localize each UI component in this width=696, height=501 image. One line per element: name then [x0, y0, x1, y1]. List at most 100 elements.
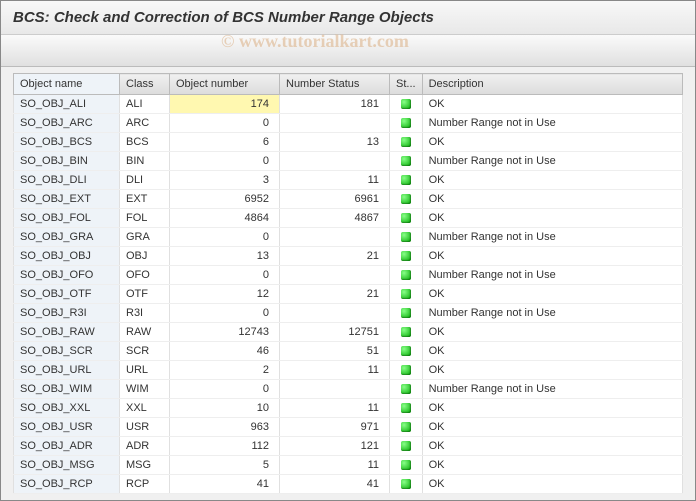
cell-class: BIN — [120, 152, 170, 171]
table-row[interactable]: SO_OBJ_FOLFOL48644867OK — [14, 209, 683, 228]
status-green-icon — [401, 194, 411, 204]
cell-desc: Number Range not in Use — [422, 380, 682, 399]
table-row[interactable]: SO_OBJ_XXLXXL1011OK — [14, 399, 683, 418]
table-row[interactable]: SO_OBJ_SCRSCR4651OK — [14, 342, 683, 361]
cell-class: GRA — [120, 228, 170, 247]
cell-objname: SO_OBJ_ARC — [14, 114, 120, 133]
cell-status — [390, 228, 423, 247]
cell-numstat: 11 — [280, 171, 390, 190]
cell-numstat: 11 — [280, 361, 390, 380]
cell-status — [390, 437, 423, 456]
table-row[interactable]: SO_OBJ_RAWRAW1274312751OK — [14, 323, 683, 342]
col-header-status[interactable]: St... — [390, 74, 423, 95]
cell-desc: OK — [422, 247, 682, 266]
cell-desc: OK — [422, 133, 682, 152]
cell-class: WIM — [120, 380, 170, 399]
table-row[interactable]: SO_OBJ_MSGMSG511OK — [14, 456, 683, 475]
cell-desc: OK — [422, 190, 682, 209]
cell-objname: SO_OBJ_OFO — [14, 266, 120, 285]
cell-objname: SO_OBJ_RCP — [14, 475, 120, 494]
cell-class: DLI — [120, 171, 170, 190]
cell-class: R3I — [120, 304, 170, 323]
cell-objname: SO_OBJ_URL — [14, 361, 120, 380]
cell-numstat: 971 — [280, 418, 390, 437]
cell-class: ADR — [120, 437, 170, 456]
table-row[interactable]: SO_OBJ_R3IR3I0Number Range not in Use — [14, 304, 683, 323]
table-row[interactable]: SO_OBJ_BCSBCS613OK — [14, 133, 683, 152]
cell-objnum: 3 — [170, 171, 280, 190]
table-row[interactable]: SO_OBJ_DLIDLI311OK — [14, 171, 683, 190]
status-green-icon — [401, 403, 411, 413]
cell-objnum: 13 — [170, 247, 280, 266]
cell-objnum: 0 — [170, 266, 280, 285]
cell-objname: SO_OBJ_DLI — [14, 171, 120, 190]
col-header-class[interactable]: Class — [120, 74, 170, 95]
table-row[interactable]: SO_OBJ_BINBIN0Number Range not in Use — [14, 152, 683, 171]
cell-objnum: 0 — [170, 114, 280, 133]
status-green-icon — [401, 213, 411, 223]
table-row[interactable]: SO_OBJ_ADRADR112121OK — [14, 437, 683, 456]
cell-status — [390, 95, 423, 114]
status-green-icon — [401, 175, 411, 185]
cell-objnum: 174 — [170, 95, 280, 114]
cell-class: RAW — [120, 323, 170, 342]
cell-numstat — [280, 114, 390, 133]
cell-objname: SO_OBJ_SCR — [14, 342, 120, 361]
cell-objname: SO_OBJ_EXT — [14, 190, 120, 209]
table-row[interactable]: SO_OBJ_WIMWIM0Number Range not in Use — [14, 380, 683, 399]
cell-class: MSG — [120, 456, 170, 475]
cell-objnum: 0 — [170, 228, 280, 247]
cell-objnum: 12 — [170, 285, 280, 304]
cell-status — [390, 342, 423, 361]
cell-objnum: 46 — [170, 342, 280, 361]
table-row[interactable]: SO_OBJ_ARCARC0Number Range not in Use — [14, 114, 683, 133]
cell-class: BCS — [120, 133, 170, 152]
cell-numstat: 21 — [280, 247, 390, 266]
cell-numstat: 4867 — [280, 209, 390, 228]
table-row[interactable]: SO_OBJ_OBJOBJ1321OK — [14, 247, 683, 266]
cell-desc: OK — [422, 475, 682, 494]
col-header-desc[interactable]: Description — [422, 74, 682, 95]
table-row[interactable]: SO_OBJ_EXTEXT69526961OK — [14, 190, 683, 209]
toolbar — [1, 35, 695, 67]
cell-desc: OK — [422, 285, 682, 304]
cell-numstat: 13 — [280, 133, 390, 152]
col-header-numstat[interactable]: Number Status — [280, 74, 390, 95]
cell-numstat: 6961 — [280, 190, 390, 209]
cell-objname: SO_OBJ_GRA — [14, 228, 120, 247]
cell-class: FOL — [120, 209, 170, 228]
cell-status — [390, 171, 423, 190]
status-green-icon — [401, 156, 411, 166]
cell-objnum: 6952 — [170, 190, 280, 209]
cell-status — [390, 266, 423, 285]
table-row[interactable]: SO_OBJ_URLURL211OK — [14, 361, 683, 380]
table-row[interactable]: SO_OBJ_OTFOTF1221OK — [14, 285, 683, 304]
cell-objnum: 6 — [170, 133, 280, 152]
cell-desc: Number Range not in Use — [422, 114, 682, 133]
status-green-icon — [401, 346, 411, 356]
cell-numstat: 41 — [280, 475, 390, 494]
cell-class: URL — [120, 361, 170, 380]
table-row[interactable]: SO_OBJ_OFOOFO0Number Range not in Use — [14, 266, 683, 285]
cell-numstat: 11 — [280, 399, 390, 418]
cell-desc: OK — [422, 323, 682, 342]
cell-objname: SO_OBJ_MSG — [14, 456, 120, 475]
col-header-objnum[interactable]: Object number — [170, 74, 280, 95]
cell-desc: OK — [422, 437, 682, 456]
cell-numstat: 121 — [280, 437, 390, 456]
cell-status — [390, 361, 423, 380]
status-green-icon — [401, 327, 411, 337]
cell-objname: SO_OBJ_FOL — [14, 209, 120, 228]
col-header-objname[interactable]: Object name — [14, 74, 120, 95]
cell-numstat: 11 — [280, 456, 390, 475]
cell-objnum: 4864 — [170, 209, 280, 228]
status-green-icon — [401, 422, 411, 432]
table-row[interactable]: SO_OBJ_USRUSR963971OK — [14, 418, 683, 437]
table-row[interactable]: SO_OBJ_GRAGRA0Number Range not in Use — [14, 228, 683, 247]
table-row[interactable]: SO_OBJ_ALIALI174181OK — [14, 95, 683, 114]
cell-desc: OK — [422, 456, 682, 475]
cell-objname: SO_OBJ_R3I — [14, 304, 120, 323]
table-row[interactable]: SO_OBJ_RCPRCP4141OK — [14, 475, 683, 494]
data-table: Object name Class Object number Number S… — [13, 73, 683, 494]
cell-desc: OK — [422, 418, 682, 437]
